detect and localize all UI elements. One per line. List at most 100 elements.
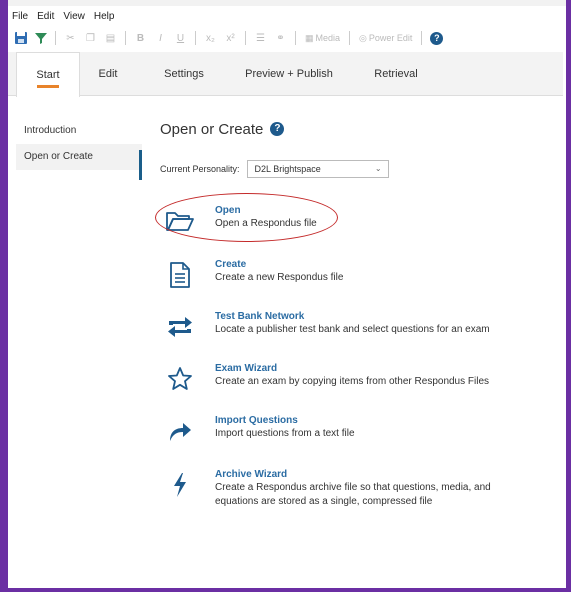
toolbar-divider — [195, 31, 196, 45]
menu-help[interactable]: Help — [90, 9, 120, 25]
tab-edit-label: Edit — [98, 68, 118, 80]
toolbar-divider — [421, 31, 423, 45]
action-exam-wizard[interactable]: Exam Wizard Create an exam by copying it… — [160, 362, 489, 396]
poweredit-icon: ◎ — [359, 32, 367, 43]
tab-bar: Start Edit Settings Preview + Publish Re… — [8, 52, 563, 97]
menu-file[interactable]: File — [8, 9, 33, 25]
tab-edit[interactable]: Edit — [88, 52, 128, 96]
toolbar-divider — [245, 31, 246, 45]
personality-row: Current Personality: D2L Brightspace ⌄ — [160, 160, 389, 178]
toolbar-divider — [125, 31, 126, 45]
underline-icon: U — [176, 32, 185, 44]
list-button[interactable]: ☰ — [252, 30, 269, 47]
italic-button[interactable]: I — [152, 30, 169, 47]
italic-icon: I — [159, 32, 162, 44]
lightning-icon — [160, 468, 200, 502]
copy-icon: ❐ — [86, 32, 95, 44]
sidebar-item-open-or-create[interactable]: Open or Create — [16, 144, 142, 180]
cut-icon: ✂ — [66, 32, 75, 44]
bold-button[interactable]: B — [132, 30, 149, 47]
action-archive-wizard[interactable]: Archive Wizard Create a Respondus archiv… — [160, 468, 525, 509]
share-arrow-icon — [160, 414, 200, 448]
poweredit-label: Power Edit — [368, 33, 413, 43]
action-description: Create an exam by copying items from oth… — [215, 376, 490, 387]
menu-bar: File Edit View Help — [8, 9, 119, 25]
superscript-button[interactable]: x² — [222, 30, 239, 47]
poweredit-button[interactable]: ◎ Power Edit — [356, 33, 415, 44]
toolbar-divider — [349, 31, 351, 45]
filter-button[interactable] — [32, 30, 49, 47]
tab-retrieval-label: Retrieval — [374, 68, 418, 80]
star-icon — [160, 362, 200, 396]
action-text: Import Questions Import questions from a… — [215, 414, 355, 448]
action-label: Archive Wizard — [215, 469, 288, 480]
subscript-button[interactable]: x₂ — [202, 30, 219, 47]
document-icon — [160, 258, 200, 292]
action-description: Create a new Respondus file — [215, 272, 344, 283]
chevron-down-icon: ⌄ — [374, 164, 382, 173]
menu-edit[interactable]: Edit — [33, 9, 59, 25]
action-text: Exam Wizard Create an exam by copying it… — [215, 362, 489, 396]
action-text: Archive Wizard Create a Respondus archiv… — [215, 468, 525, 509]
action-label: Create — [215, 259, 247, 270]
tab-retrieval[interactable]: Retrieval — [364, 52, 428, 96]
help-icon[interactable]: ? — [270, 122, 285, 136]
cut-button[interactable]: ✂ — [62, 30, 79, 47]
app-window: File Edit View Help ✂ ❐ ▤ B I U x₂ x² ☰ … — [0, 0, 571, 592]
highlight-circle-annotation — [155, 193, 338, 242]
active-tab-indicator — [37, 85, 59, 88]
link-icon: ⚭ — [276, 32, 285, 44]
save-icon — [14, 32, 27, 44]
media-icon: ▦ — [305, 32, 314, 43]
tab-settings-label: Settings — [164, 68, 204, 80]
menu-view[interactable]: View — [59, 9, 90, 25]
personality-label: Current Personality: — [160, 164, 240, 174]
tab-preview-publish-label: Preview + Publish — [245, 68, 333, 80]
toolbar-divider — [295, 31, 296, 45]
tab-start-label: Start — [36, 69, 60, 81]
personality-select[interactable]: D2L Brightspace ⌄ — [246, 160, 389, 178]
bold-icon: B — [136, 32, 145, 44]
action-import-questions[interactable]: Import Questions Import questions from a… — [160, 414, 355, 448]
paste-button[interactable]: ▤ — [102, 30, 119, 47]
action-description: Import questions from a text file — [215, 428, 355, 439]
title-bar — [8, 0, 566, 6]
toolbar-divider — [55, 31, 56, 45]
exchange-icon — [160, 310, 200, 344]
tab-preview-publish[interactable]: Preview + Publish — [234, 52, 344, 96]
personality-value: D2L Brightspace — [254, 164, 321, 174]
action-text: Create Create a new Respondus file — [215, 258, 343, 292]
action-description: Locate a publisher test bank and select … — [215, 324, 490, 335]
sidebar-item-label: Introduction — [24, 125, 77, 136]
subscript-icon: x₂ — [206, 32, 215, 44]
sidebar-item-introduction[interactable]: Introduction — [16, 118, 142, 144]
paste-icon: ▤ — [105, 32, 116, 44]
save-button[interactable] — [12, 30, 29, 47]
copy-button[interactable]: ❐ — [82, 30, 99, 47]
list-icon: ☰ — [256, 32, 265, 44]
help-button[interactable]: ? — [428, 30, 445, 47]
action-label: Exam Wizard — [215, 363, 278, 374]
underline-button[interactable]: U — [172, 30, 189, 47]
tab-settings[interactable]: Settings — [156, 52, 212, 96]
tab-start[interactable]: Start — [16, 52, 80, 97]
help-icon: ? — [430, 31, 444, 45]
sidebar-item-label: Open or Create — [24, 151, 93, 162]
action-text: Test Bank Network Locate a publisher tes… — [215, 310, 490, 344]
page-title-row: Open or Create ? — [160, 118, 560, 140]
main-panel: Open or Create ? Current Personality: D2… — [160, 118, 560, 508]
filter-icon — [34, 33, 47, 44]
page-title: Open or Create — [160, 120, 264, 138]
window-border-bottom — [0, 588, 571, 592]
link-button[interactable]: ⚭ — [272, 30, 289, 47]
action-label: Import Questions — [215, 415, 298, 426]
media-button[interactable]: ▦ Media — [302, 33, 343, 44]
sidebar: Introduction Open or Create — [16, 118, 142, 180]
window-border-right — [566, 0, 571, 592]
window-border-left — [0, 0, 8, 592]
action-label: Test Bank Network — [215, 311, 305, 322]
action-test-bank-network[interactable]: Test Bank Network Locate a publisher tes… — [160, 310, 490, 344]
media-label: Media — [315, 33, 341, 43]
toolbar: ✂ ❐ ▤ B I U x₂ x² ☰ ⚭ ▦ Media ◎ Power Ed… — [8, 27, 563, 49]
action-create[interactable]: Create Create a new Respondus file — [160, 258, 343, 292]
